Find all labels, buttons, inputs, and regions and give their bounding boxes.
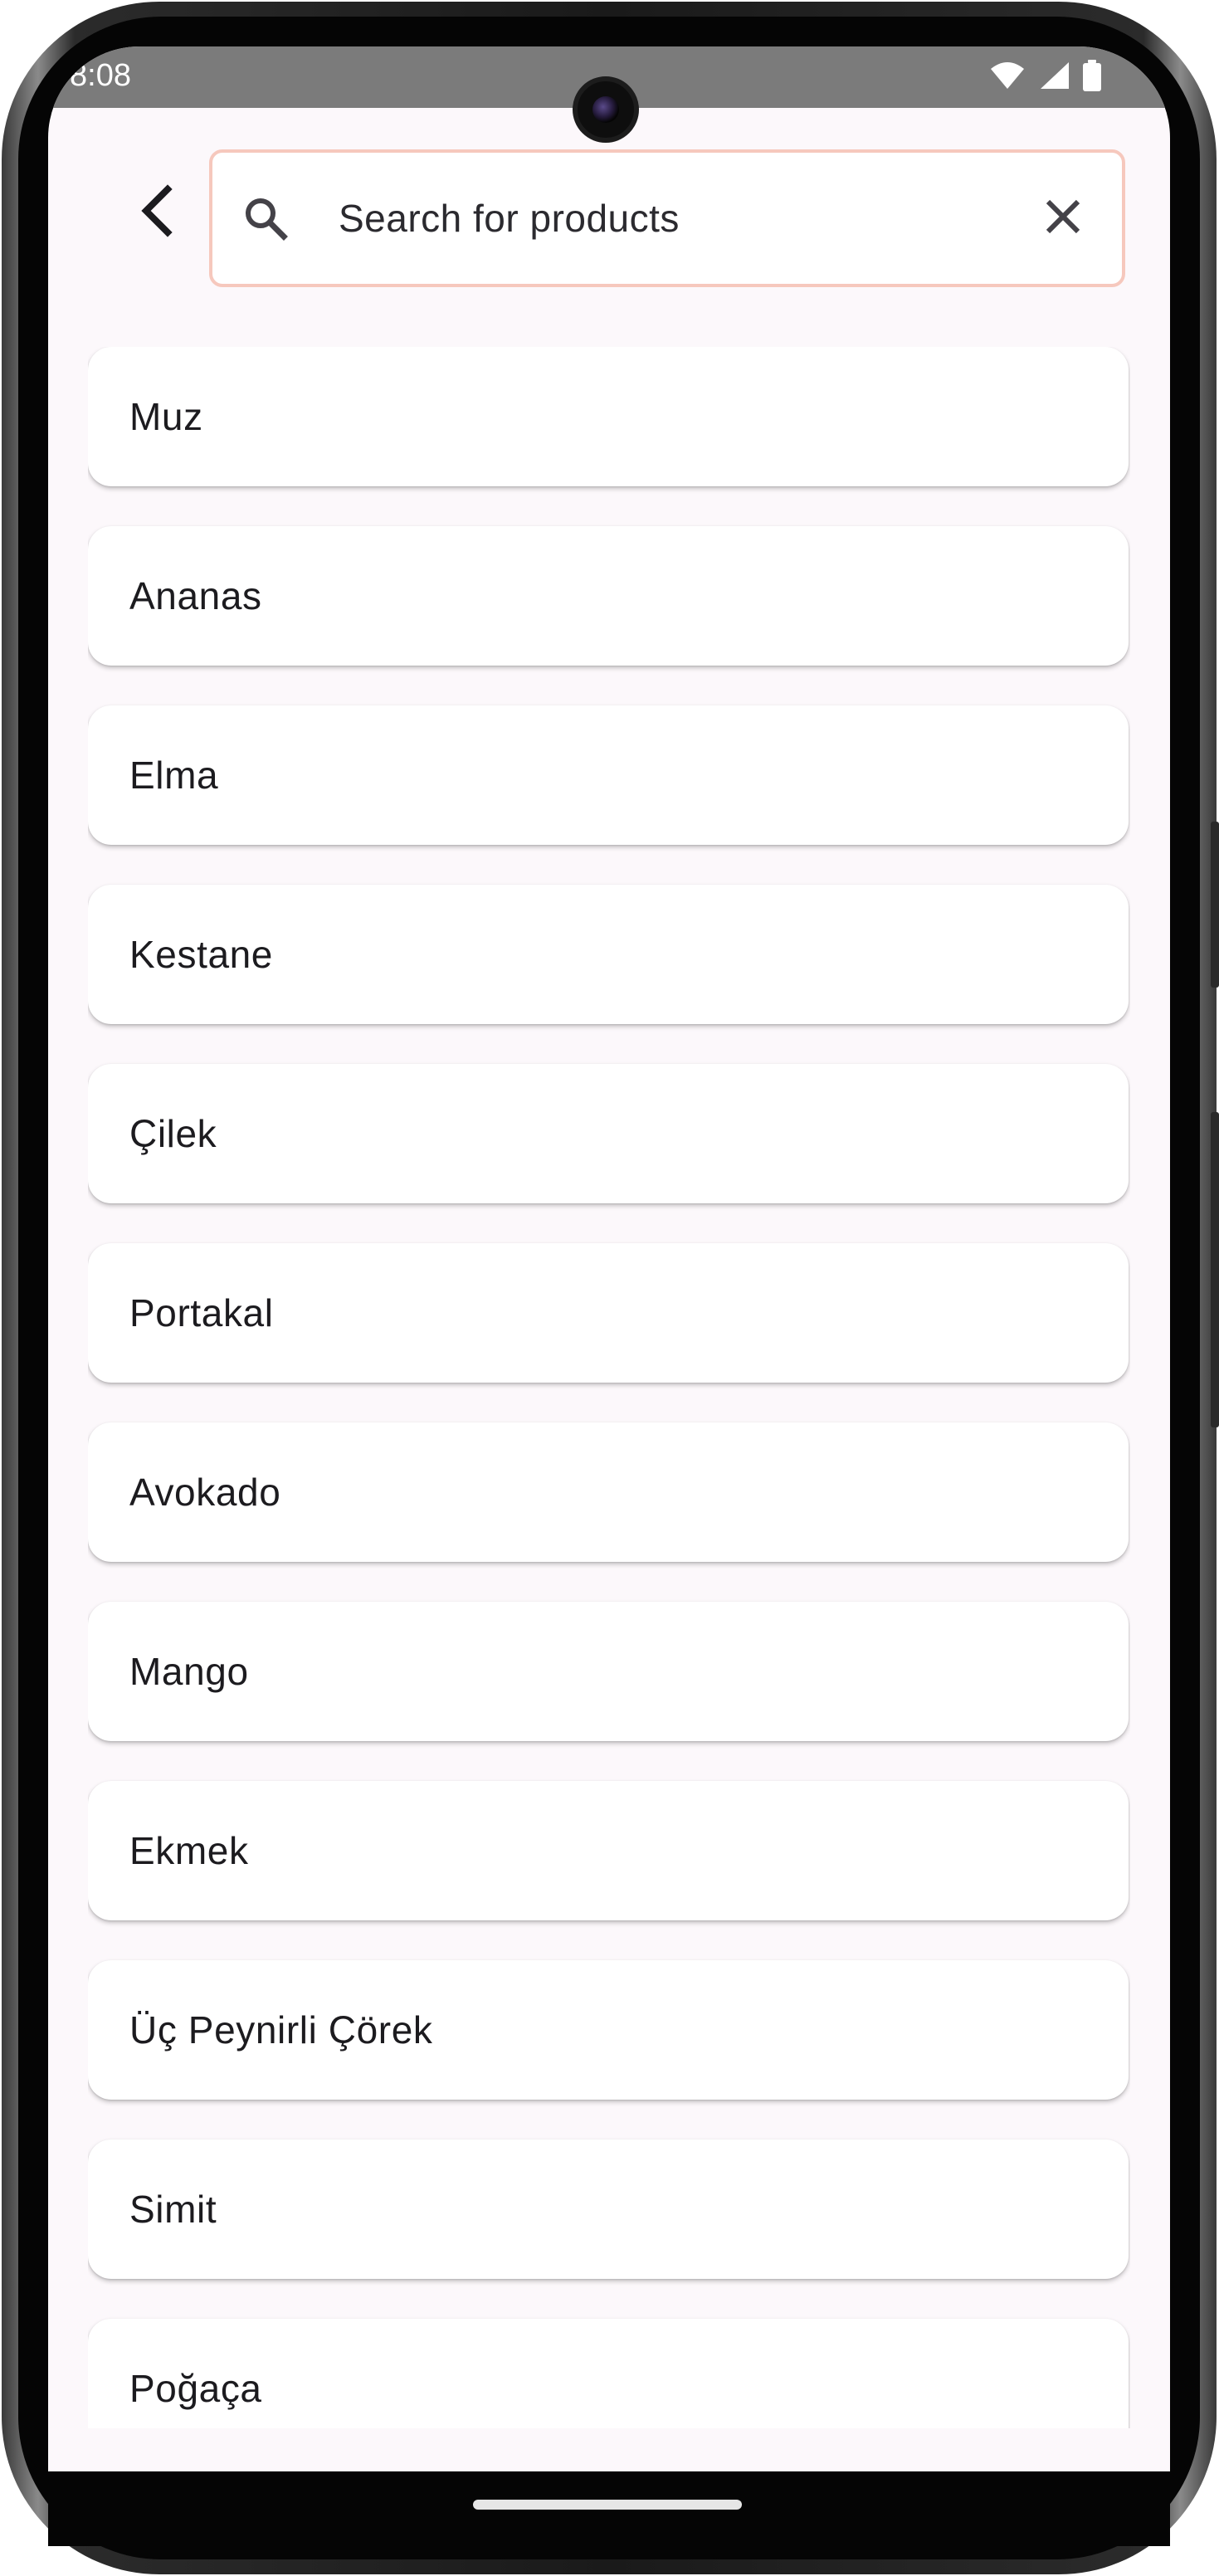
signal-icon <box>1037 61 1070 95</box>
product-name: Muz <box>129 395 203 438</box>
search-field[interactable] <box>209 149 1125 287</box>
clear-search-button[interactable] <box>1034 189 1092 247</box>
product-name: Elma <box>129 754 219 797</box>
back-button[interactable] <box>123 179 189 246</box>
product-card[interactable]: Poğaça <box>88 2319 1129 2428</box>
power-button <box>1211 822 1219 988</box>
product-name: Üç Peynirli Çörek <box>129 2008 433 2052</box>
volume-button <box>1211 1112 1219 1427</box>
product-name: Çilek <box>129 1112 217 1155</box>
product-card[interactable]: Muz <box>88 347 1129 486</box>
search-input[interactable] <box>339 153 1002 284</box>
product-card[interactable]: Üç Peynirli Çörek <box>88 1960 1129 2100</box>
product-name: Mango <box>129 1650 249 1693</box>
product-name: Ananas <box>129 574 262 617</box>
front-camera <box>573 76 639 143</box>
product-name: Avokado <box>129 1471 281 1514</box>
close-icon <box>1045 198 1081 239</box>
product-name: Kestane <box>129 933 273 976</box>
product-card[interactable]: Mango <box>88 1602 1129 1741</box>
navigation-bar <box>48 2471 1170 2546</box>
battery-icon <box>1082 59 1102 95</box>
phone-device: 8:08 Search for products Muz Ananas Elma… <box>0 0 1219 2576</box>
app-screen: 8:08 Search for products Muz Ananas Elma… <box>48 46 1170 2471</box>
chevron-left-icon <box>138 183 174 242</box>
product-name: Ekmek <box>129 1829 249 1872</box>
product-card[interactable]: Simit <box>88 2139 1129 2279</box>
status-time: 8:08 <box>70 58 131 93</box>
product-name: Poğaça <box>129 2367 262 2410</box>
product-card[interactable]: Portakal <box>88 1243 1129 1383</box>
product-card[interactable]: Kestane <box>88 885 1129 1024</box>
product-name: Simit <box>129 2188 217 2231</box>
product-card[interactable]: Çilek <box>88 1064 1129 1203</box>
gesture-handle[interactable] <box>473 2500 742 2510</box>
status-icons <box>989 59 1102 95</box>
product-name: Portakal <box>129 1291 274 1334</box>
product-card[interactable]: Ananas <box>88 526 1129 666</box>
wifi-icon <box>989 61 1026 95</box>
product-card[interactable]: Elma <box>88 705 1129 845</box>
product-card[interactable]: Ekmek <box>88 1781 1129 1920</box>
product-list[interactable]: Muz Ananas Elma Kestane Çilek Portakal Avokado… <box>88 347 1130 2428</box>
search-icon <box>241 193 290 243</box>
product-card[interactable]: Avokado <box>88 1422 1129 1562</box>
